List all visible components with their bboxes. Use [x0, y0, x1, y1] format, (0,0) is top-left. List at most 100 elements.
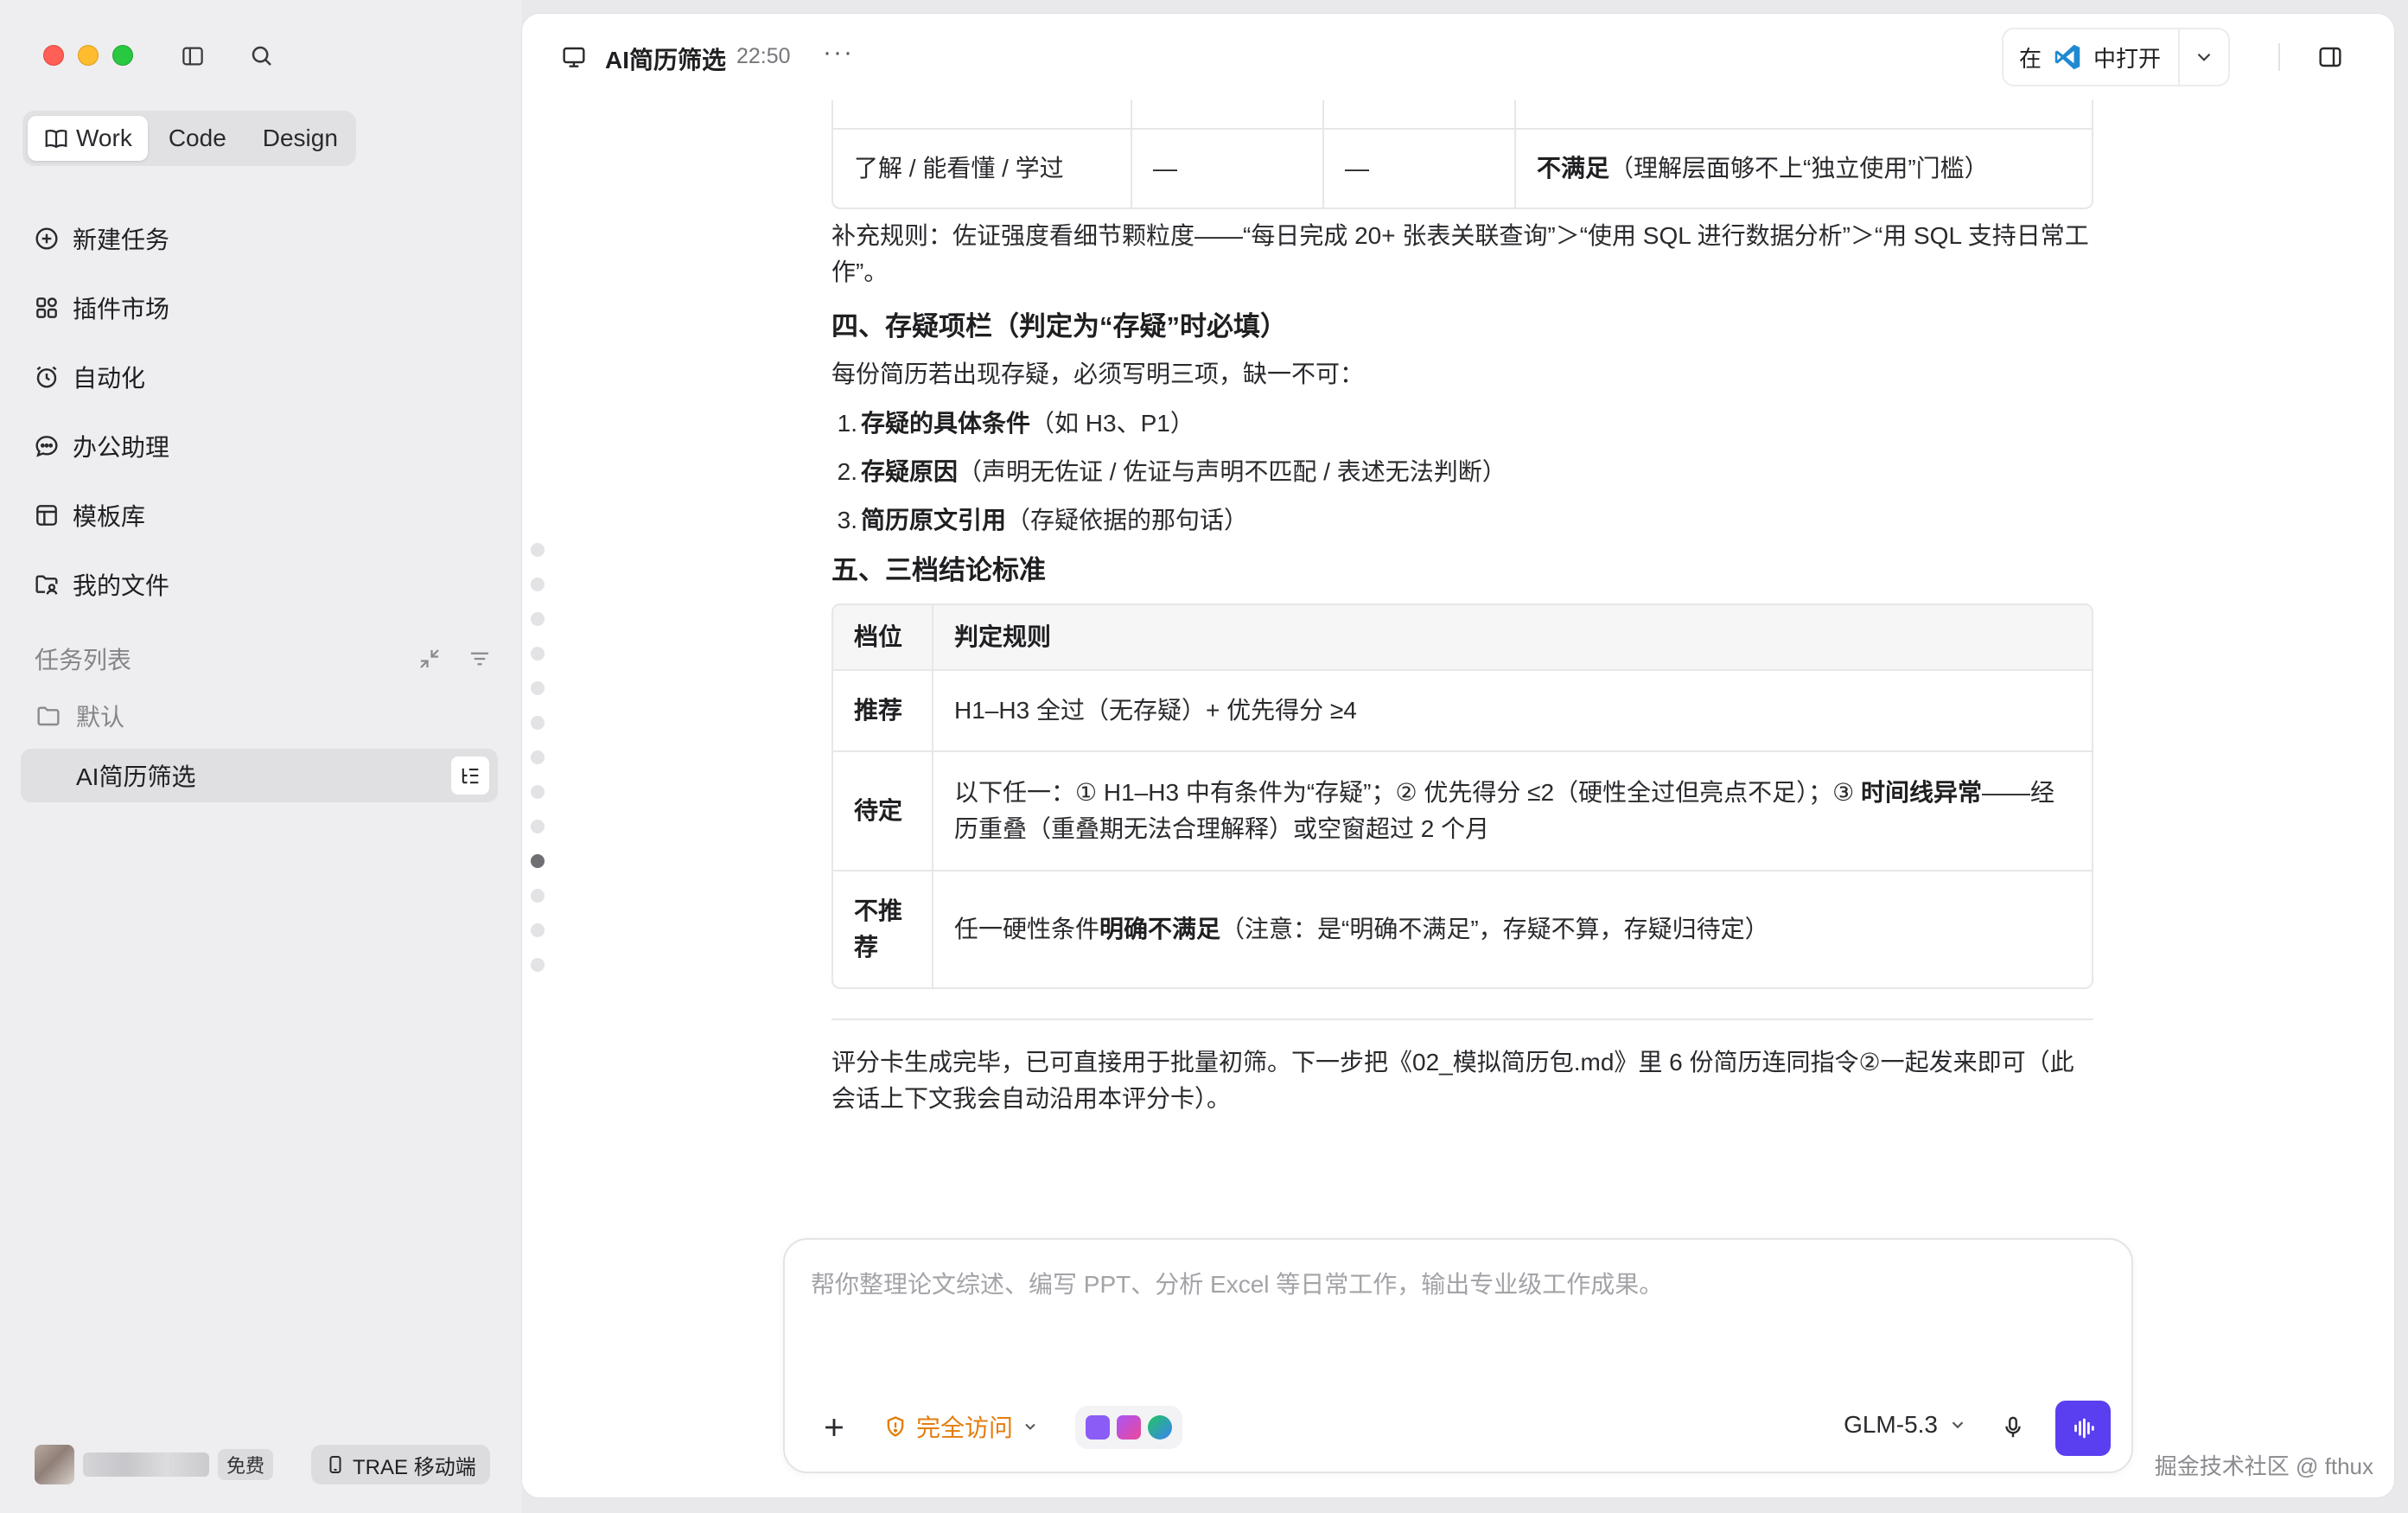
open-in-editor-button[interactable]: 在 中打开 [2003, 29, 2180, 85]
template-icon [36, 505, 57, 526]
list-item-bold: 存疑原因 [861, 458, 959, 485]
microphone-icon[interactable] [2000, 1414, 2026, 1440]
minimize-window-button[interactable] [78, 45, 99, 66]
list-number: 2. [837, 458, 857, 485]
mode-label: Code [168, 124, 226, 151]
more-options-button[interactable]: ··· [823, 38, 854, 67]
mobile-app-button[interactable]: TRAE 移动端 [311, 1445, 490, 1484]
mode-switcher: Work Code Design [22, 111, 356, 166]
table-cell-rule: H1–H3 全过（无存疑）+ 优先得分 ≥4 [932, 671, 2092, 750]
message-nav-dot[interactable] [531, 543, 545, 557]
sidebar-footer: 免费 TRAE 移动端 [35, 1440, 501, 1489]
conversation-header: AI简历筛选 22:50 ··· 在 中打开 [522, 14, 2394, 100]
plus-circle-icon [35, 227, 58, 250]
open-in-editor: 在 中打开 [2001, 28, 2230, 86]
message-nav-dot[interactable] [531, 958, 545, 972]
list-item: 1. 存疑的具体条件（如 H3、P1） [831, 399, 2093, 448]
task-folder-default[interactable]: 默认 [35, 699, 124, 733]
collapse-icon[interactable] [417, 646, 443, 672]
table-row: 了解 / 能看懂 / 学过 — — 不满足 （理解层面够不上“独立使用”门槛） [833, 128, 2092, 207]
message-navigator [531, 543, 545, 972]
open-in-dropdown[interactable] [2180, 46, 2228, 68]
flow-skill-icon [1148, 1415, 1172, 1440]
voice-send-button[interactable] [2055, 1401, 2111, 1456]
right-panel-toggle-icon[interactable] [2316, 43, 2344, 71]
list-item: 3. 简历原文引用（存疑依据的那句话） [831, 496, 2093, 545]
table-cell-level: 待定 [854, 797, 903, 824]
vscode-icon [2054, 44, 2080, 70]
list-item-text: （如 H3、P1） [1030, 410, 1194, 437]
sidebar-item-office-assistant[interactable]: 办公助理 [33, 412, 500, 481]
task-outline-button[interactable] [451, 756, 489, 795]
add-attachment-icon[interactable] [819, 1413, 849, 1442]
mobile-app-label: TRAE 移动端 [353, 1455, 476, 1479]
access-level-dropdown[interactable]: 完全访问 [883, 1409, 1039, 1444]
mode-label: Work [76, 124, 132, 151]
message-nav-dot[interactable] [531, 750, 545, 764]
table-cell: — [1322, 130, 1514, 207]
message-nav-dot[interactable] [531, 820, 545, 833]
main-panel: AI简历筛选 22:50 ··· 在 中打开 了解 / 能看懂 / 学过 — —… [522, 14, 2394, 1497]
monitor-icon [563, 47, 585, 67]
sidebar-item-label: 新建任务 [73, 227, 170, 253]
skills-button[interactable] [1075, 1406, 1182, 1449]
table-cell: 不满足 （理解层面够不上“独立使用”门槛） [1514, 130, 2092, 207]
message-nav-dot-current[interactable] [531, 854, 545, 868]
message-nav-dot[interactable] [531, 681, 545, 695]
chevron-down-icon [2197, 53, 2211, 61]
task-item-active[interactable]: AI简历筛选 [21, 749, 498, 802]
image-skill-icon [1117, 1415, 1141, 1440]
table-row: 待定 以下任一：① H1–H3 中有条件为“存疑”；② 优先得分 ≤2（硬性全过… [833, 750, 2092, 870]
rule-bold: 时间线异常 [1860, 779, 1982, 806]
table-header-cell: 判定规则 [932, 605, 2092, 669]
sidebar-item-new-task[interactable]: 新建任务 [33, 204, 500, 273]
sidebar-item-my-files[interactable]: 我的文件 [33, 550, 500, 619]
table-row: 不推荐 任一硬性条件明确不满足（注意：是“明确不满足”，存疑不算，存疑归待定） [833, 870, 2092, 987]
list-item-text: （声明无佐证 / 佐证与声明不匹配 / 表述无法判断） [958, 458, 1507, 485]
mode-code-tab[interactable]: Code [153, 116, 242, 161]
composer-input[interactable]: 帮你整理论文综述、编写 PPT、分析 Excel 等日常工作，输出专业级工作成果… [811, 1266, 1663, 1300]
table-header-row: 档位 判定规则 [833, 605, 2092, 669]
table-header-cell: 档位 [854, 623, 903, 650]
phone-icon [329, 1456, 341, 1473]
sidebar-item-label: 办公助理 [73, 434, 170, 461]
sidebar-item-plugin-market[interactable]: 插件市场 [33, 273, 500, 342]
message-nav-dot[interactable] [531, 785, 545, 799]
table-cell: — [1131, 130, 1322, 207]
section-heading: 四、存疑项栏（判定为“存疑”时必填） [831, 311, 1287, 342]
model-selector[interactable]: GLM-5.3 [1844, 1411, 1967, 1439]
window-controls [43, 45, 133, 66]
sidebar-item-automation[interactable]: 自动化 [33, 342, 500, 412]
close-window-button[interactable] [43, 45, 64, 66]
table-cell: 了解 / 能看懂 / 学过 [854, 155, 1064, 182]
doubt-items-list: 1. 存疑的具体条件（如 H3、P1） 2. 存疑原因（声明无佐证 / 佐证与声明不… [831, 399, 2093, 545]
section-intro: 每份简历若出现存疑，必须写明三项，缺一不可： [831, 361, 1365, 387]
chevron-down-icon [1952, 1421, 1964, 1429]
sidebar-item-templates[interactable]: 模板库 [33, 481, 500, 550]
message-nav-dot[interactable] [531, 716, 545, 730]
message-nav-dot[interactable] [531, 889, 545, 903]
rule-text: 以下任一：① H1–H3 中有条件为“存疑”；② 优先得分 ≤2（硬性全过但亮点… [954, 779, 1861, 806]
zoom-window-button[interactable] [112, 45, 133, 66]
message-nav-dot[interactable] [531, 578, 545, 591]
divider [2278, 43, 2280, 71]
mode-work-tab[interactable]: Work [28, 116, 148, 161]
open-in-suffix: 中打开 [2093, 45, 2161, 72]
task-list-title: 任务列表 [35, 647, 132, 674]
filter-icon[interactable] [467, 646, 493, 672]
mode-design-tab[interactable]: Design [247, 116, 354, 161]
search-icon[interactable] [247, 41, 277, 71]
list-item-text: （存疑依据的那句话） [1006, 507, 1249, 533]
chat-bubble-icon [35, 436, 58, 457]
access-level-label: 完全访问 [916, 1414, 1014, 1441]
conversation-time: 22:50 [736, 44, 791, 68]
rule-text: 任一硬性条件 [954, 916, 1100, 942]
level-text: 不推荐 [854, 897, 903, 961]
sidebar-toggle-icon[interactable] [178, 41, 207, 71]
message-nav-dot[interactable] [531, 923, 545, 937]
avatar[interactable] [35, 1445, 74, 1484]
message-nav-dot[interactable] [531, 647, 545, 661]
plugin-icon [36, 297, 57, 318]
conversation-title: AI简历筛选 [605, 47, 727, 73]
message-nav-dot[interactable] [531, 612, 545, 626]
